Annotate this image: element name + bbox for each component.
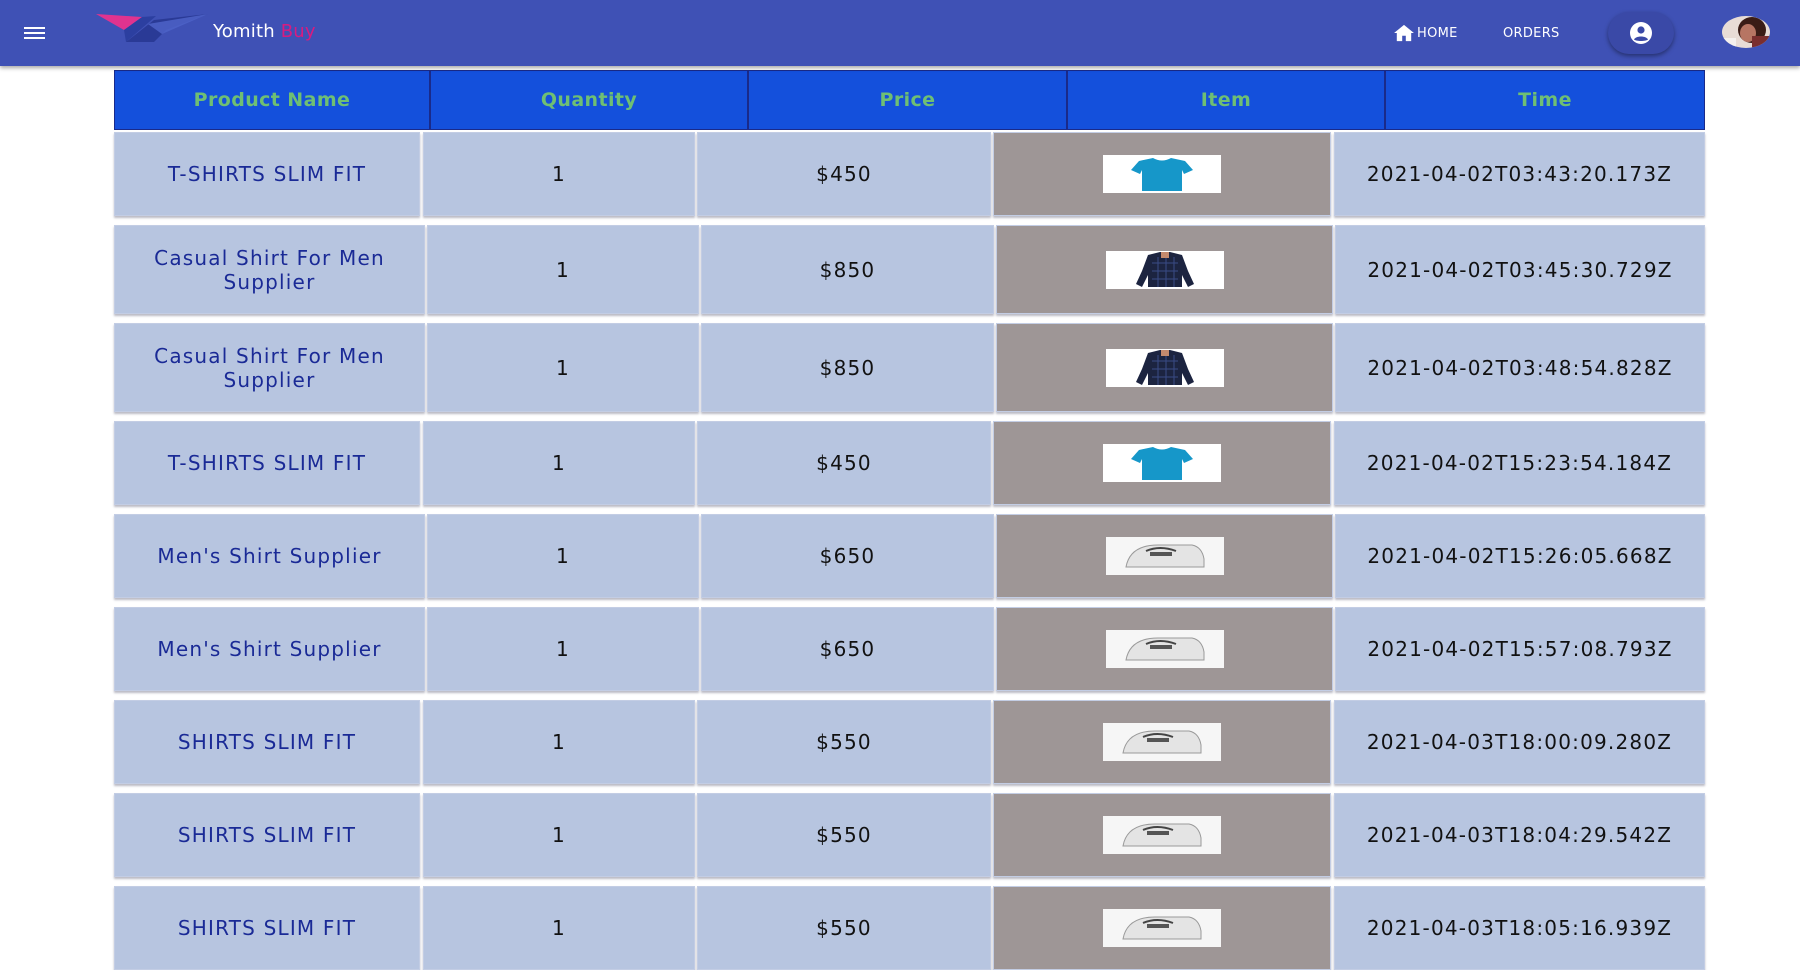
- item-cell: [996, 607, 1333, 691]
- table-row: Men's Shirt Supplier 1 $650 2021-04-02T1…: [114, 514, 1705, 598]
- user-avatar[interactable]: [1722, 16, 1770, 48]
- avatar-image: [1722, 16, 1770, 48]
- product-thumbnail-casual-shirt: [1105, 250, 1224, 289]
- nav-home-label: HOME: [1417, 25, 1458, 41]
- product-name-cell: Men's Shirt Supplier: [114, 607, 425, 691]
- product-name-cell: SHIRTS SLIM FIT: [114, 886, 420, 970]
- quantity-cell: 1: [423, 132, 695, 216]
- item-cell: [996, 323, 1333, 412]
- time-cell: 2021-04-02T15:57:08.793Z: [1335, 607, 1705, 691]
- product-name-cell: T-SHIRTS SLIM FIT: [114, 421, 420, 505]
- price-cell: $450: [697, 132, 991, 216]
- product-name-cell: Men's Shirt Supplier: [114, 514, 425, 598]
- item-cell: [993, 132, 1331, 216]
- quantity-cell: 1: [427, 323, 699, 412]
- price-cell: $550: [697, 886, 991, 970]
- nav-orders-label: ORDERS: [1503, 25, 1560, 41]
- quantity-cell: 1: [423, 793, 695, 877]
- quantity-cell: 1: [423, 886, 695, 970]
- time-cell: 2021-04-02T03:43:20.173Z: [1334, 132, 1705, 216]
- product-thumbnail-tshirt: [1103, 155, 1221, 193]
- item-cell: [996, 514, 1333, 598]
- product-name-cell: SHIRTS SLIM FIT: [114, 700, 420, 784]
- brand-name-accent: Buy: [280, 21, 316, 42]
- header-item: Item: [1067, 70, 1385, 130]
- time-cell: 2021-04-02T03:48:54.828Z: [1335, 323, 1705, 412]
- account-circle-icon: [1630, 22, 1652, 44]
- product-name-cell: Casual Shirt For Men Supplier: [114, 323, 425, 412]
- table-row: Men's Shirt Supplier 1 $650 2021-04-02T1…: [114, 607, 1705, 691]
- product-thumbnail-tshirt: [1103, 444, 1221, 482]
- price-cell: $850: [701, 323, 994, 412]
- product-thumbnail-folded-shirt: [1105, 630, 1224, 668]
- price-cell: $650: [701, 607, 994, 691]
- quantity-cell: 1: [427, 607, 699, 691]
- nav-orders-link[interactable]: ORDERS: [1503, 24, 1560, 42]
- quantity-cell: 1: [427, 225, 699, 314]
- account-button[interactable]: [1608, 12, 1674, 54]
- time-cell: 2021-04-03T18:04:29.542Z: [1334, 793, 1705, 877]
- quantity-cell: 1: [423, 700, 695, 784]
- nav-home-link[interactable]: HOME: [1393, 24, 1458, 42]
- product-name-cell: T-SHIRTS SLIM FIT: [114, 132, 420, 216]
- table-row: Casual Shirt For Men Supplier 1 $850 202…: [114, 323, 1705, 412]
- table-row: SHIRTS SLIM FIT 1 $550 2021-04-03T18:05:…: [114, 886, 1705, 970]
- header-product-name: Product Name: [114, 70, 430, 130]
- table-row: SHIRTS SLIM FIT 1 $550 2021-04-03T18:04:…: [114, 793, 1705, 877]
- header-price: Price: [748, 70, 1067, 130]
- header-quantity: Quantity: [430, 70, 748, 130]
- brand-name-main: Yomith: [213, 21, 275, 42]
- header-time: Time: [1385, 70, 1705, 130]
- quantity-cell: 1: [427, 514, 699, 598]
- product-thumbnail-folded-shirt: [1105, 537, 1224, 575]
- table-row: T-SHIRTS SLIM FIT 1 $450 2021-04-02T03:4…: [114, 132, 1705, 216]
- table-row: SHIRTS SLIM FIT 1 $550 2021-04-03T18:00:…: [114, 700, 1705, 784]
- menu-icon[interactable]: [22, 23, 48, 43]
- brand-name: Yomith Buy: [213, 21, 316, 42]
- brand-logo: [96, 14, 208, 42]
- price-cell: $550: [697, 793, 991, 877]
- table-row: Casual Shirt For Men Supplier 1 $850 202…: [114, 225, 1705, 314]
- table-row: T-SHIRTS SLIM FIT 1 $450 2021-04-02T15:2…: [114, 421, 1705, 505]
- home-icon: [1394, 24, 1414, 42]
- product-thumbnail-folded-shirt: [1103, 723, 1221, 761]
- time-cell: 2021-04-03T18:00:09.280Z: [1334, 700, 1705, 784]
- product-name-cell: SHIRTS SLIM FIT: [114, 793, 420, 877]
- product-thumbnail-folded-shirt: [1103, 816, 1221, 854]
- price-cell: $550: [697, 700, 991, 784]
- product-thumbnail-folded-shirt: [1103, 909, 1221, 947]
- time-cell: 2021-04-03T18:05:16.939Z: [1334, 886, 1705, 970]
- product-name-cell: Casual Shirt For Men Supplier: [114, 225, 425, 314]
- time-cell: 2021-04-02T15:26:05.668Z: [1335, 514, 1705, 598]
- item-cell: [996, 225, 1333, 314]
- top-app-bar: Yomith Buy HOME ORDERS: [0, 0, 1800, 66]
- price-cell: $450: [697, 421, 991, 505]
- time-cell: 2021-04-02T15:23:54.184Z: [1334, 421, 1705, 505]
- quantity-cell: 1: [423, 421, 695, 505]
- item-cell: [993, 700, 1331, 784]
- item-cell: [993, 886, 1331, 970]
- price-cell: $850: [701, 225, 994, 314]
- product-thumbnail-casual-shirt: [1105, 348, 1224, 387]
- time-cell: 2021-04-02T03:45:30.729Z: [1335, 225, 1705, 314]
- price-cell: $650: [701, 514, 994, 598]
- item-cell: [993, 793, 1331, 877]
- table-header: Product Name Quantity Price Item Time: [114, 70, 1705, 130]
- item-cell: [993, 421, 1331, 505]
